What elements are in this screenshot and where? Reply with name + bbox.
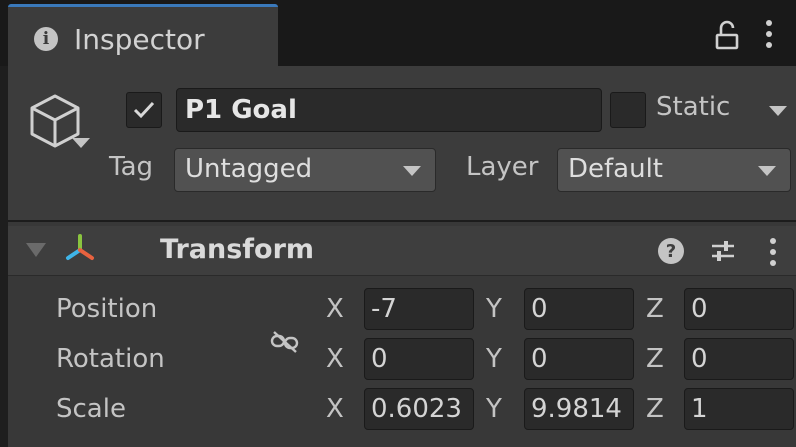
layer-value: Default xyxy=(568,154,663,184)
position-z-field[interactable]: 0 xyxy=(684,288,794,330)
scale-z-label[interactable]: Z xyxy=(646,394,664,424)
active-checkbox[interactable] xyxy=(126,92,162,128)
component-title: Transform xyxy=(160,234,315,265)
position-y-field[interactable]: 0 xyxy=(524,288,634,330)
checkmark-icon xyxy=(133,101,155,119)
static-checkbox[interactable] xyxy=(610,92,646,128)
scale-z-field[interactable]: 1 xyxy=(684,388,794,430)
position-x-label[interactable]: X xyxy=(326,294,344,324)
transform-icon xyxy=(66,234,94,260)
inspector-panel: P1 Goal Static Tag Untagged Layer Defaul… xyxy=(8,66,796,447)
kebab-menu-icon[interactable] xyxy=(766,236,780,268)
tag-label: Tag xyxy=(109,152,154,182)
scale-x-field[interactable]: 0.6023 xyxy=(364,388,474,430)
tab-bar: i Inspector xyxy=(0,0,796,66)
static-label: Static xyxy=(656,92,731,122)
position-y-label[interactable]: Y xyxy=(486,294,502,324)
rotation-x-label[interactable]: X xyxy=(326,344,344,374)
rotation-label: Rotation xyxy=(56,344,165,374)
chevron-down-icon xyxy=(403,166,421,176)
layer-dropdown[interactable]: Default xyxy=(557,148,791,192)
presets-icon[interactable] xyxy=(710,236,736,266)
scale-y-label[interactable]: Y xyxy=(486,394,502,424)
layer-label: Layer xyxy=(466,152,539,182)
rotation-y-label[interactable]: Y xyxy=(486,344,502,374)
rotation-y-field[interactable]: 0 xyxy=(524,338,634,380)
static-dropdown-arrow[interactable] xyxy=(769,106,787,116)
rotation-z-field[interactable]: 0 xyxy=(684,338,794,380)
tag-value: Untagged xyxy=(185,154,313,184)
lock-icon[interactable] xyxy=(714,20,740,50)
rotation-x-field[interactable]: 0 xyxy=(364,338,474,380)
scale-label: Scale xyxy=(56,394,126,424)
help-icon[interactable]: ? xyxy=(658,238,684,264)
position-x-field[interactable]: -7 xyxy=(364,288,474,330)
scale-x-label[interactable]: X xyxy=(326,394,344,424)
scale-y-field[interactable]: 9.9814 xyxy=(524,388,634,430)
constrain-proportions-icon[interactable] xyxy=(270,330,300,354)
tab-inspector[interactable]: i Inspector xyxy=(8,4,278,66)
gameobject-name-input[interactable]: P1 Goal xyxy=(176,88,602,132)
chevron-down-icon xyxy=(758,166,776,176)
transform-component-header[interactable]: Transform ? xyxy=(8,226,796,276)
tag-dropdown[interactable]: Untagged xyxy=(174,148,436,192)
position-label: Position xyxy=(56,294,158,324)
rotation-z-label[interactable]: Z xyxy=(646,344,664,374)
info-icon: i xyxy=(34,27,58,51)
foldout-arrow-icon[interactable] xyxy=(26,243,46,257)
tab-title: Inspector xyxy=(74,23,205,56)
icon-dropdown-arrow[interactable] xyxy=(72,138,90,148)
gameobject-header: P1 Goal Static Tag Untagged Layer Defaul… xyxy=(8,66,796,222)
position-z-label[interactable]: Z xyxy=(646,294,664,324)
kebab-menu-icon[interactable] xyxy=(762,18,776,50)
